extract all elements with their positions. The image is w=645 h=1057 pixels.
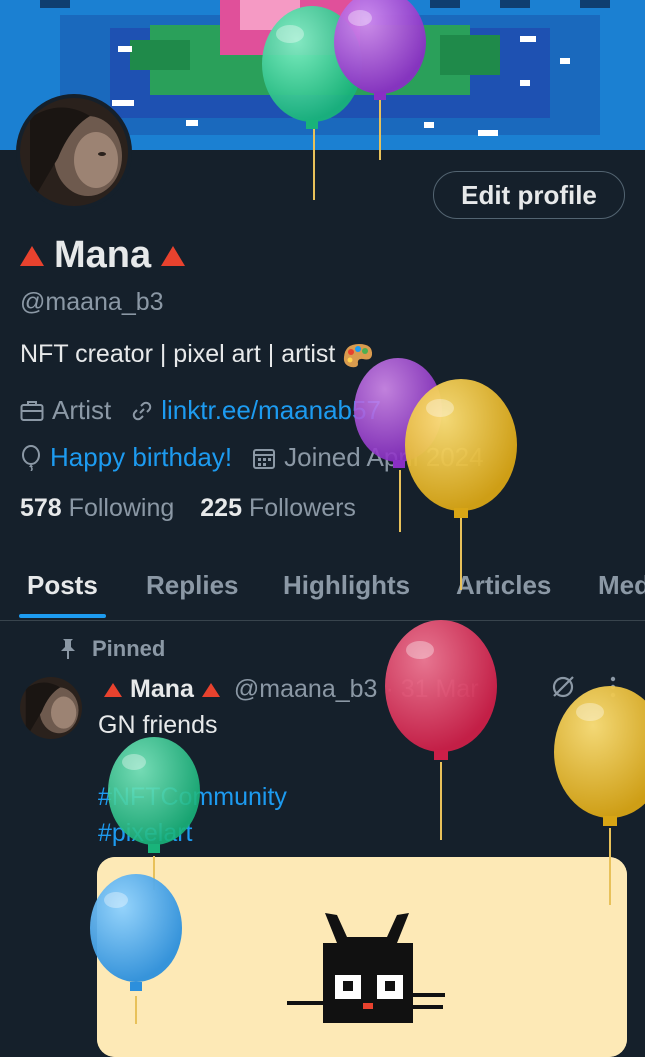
profile-meta-row-2: Happy birthday! Joined April 2024 <box>20 442 504 473</box>
pixel-cat-art <box>97 857 627 1057</box>
avatar-photo <box>20 98 128 206</box>
birthday-item[interactable]: Happy birthday! <box>20 442 232 473</box>
tab-highlights[interactable]: Highlights <box>283 570 410 601</box>
balloon-icon <box>20 444 42 471</box>
profession-label: Artist <box>52 395 112 425</box>
profile-tabs: Posts Replies Highlights Articles Media <box>0 560 645 621</box>
joined-date: Joined April 2024 <box>284 442 484 472</box>
edit-profile-button[interactable]: Edit profile <box>433 171 625 219</box>
profile-meta-row-1: Artist linktr.ee/maanab57 <box>20 395 401 426</box>
post-date[interactable]: · 31 Mar <box>385 675 478 704</box>
artist-palette-icon <box>341 341 375 369</box>
hashtag-pixelart[interactable]: #pixelart <box>98 815 287 851</box>
joined-item: Joined April 2024 <box>252 442 484 473</box>
post-author-name[interactable]: Mana <box>130 675 194 704</box>
pinned-label-row: Pinned <box>58 636 165 662</box>
post-media-image[interactable] <box>97 857 627 1057</box>
post-text: GN friends <box>98 711 218 739</box>
followers-stat[interactable]: 225 Followers <box>200 494 356 523</box>
profile-stats: 578 Following 225 Followers <box>20 494 356 523</box>
following-stat[interactable]: 578 Following <box>20 494 174 523</box>
profile-link[interactable]: linktr.ee/maanab57 <box>161 395 381 426</box>
following-count: 578 <box>20 494 62 522</box>
active-tab-indicator <box>19 614 106 618</box>
link-icon <box>131 400 153 422</box>
red-triangle-icon <box>161 245 186 266</box>
tab-articles[interactable]: Articles <box>456 570 551 601</box>
birthday-text[interactable]: Happy birthday! <box>50 442 232 473</box>
grok-icon[interactable] <box>550 674 576 707</box>
bio-text: NFT creator | pixel art | artist <box>20 340 336 368</box>
profile-handle: @maana_b3 <box>20 288 164 316</box>
briefcase-icon <box>20 400 44 422</box>
profile-name-row: Mana <box>20 234 186 277</box>
profile-link-item[interactable]: linktr.ee/maanab57 <box>131 395 381 426</box>
red-triangle-icon <box>201 682 220 697</box>
more-options-icon[interactable] <box>606 674 620 707</box>
tab-replies[interactable]: Replies <box>146 570 239 601</box>
pin-icon <box>58 637 78 661</box>
profession-item: Artist <box>20 395 111 426</box>
tab-posts[interactable]: Posts <box>27 570 98 601</box>
profile-name: Mana <box>54 234 152 276</box>
followers-count: 225 <box>200 494 242 522</box>
following-label: Following <box>68 494 175 522</box>
post-header: Mana @maana_b3 · 31 Mar <box>104 675 479 704</box>
profile-bio: NFT creator | pixel art | artist <box>20 340 375 369</box>
post-author-handle[interactable]: @maana_b3 <box>234 675 378 704</box>
pinned-text: Pinned <box>92 636 166 661</box>
followers-label: Followers <box>248 494 356 522</box>
hashtag-nftcommunity[interactable]: #NFTCommunity <box>98 779 287 815</box>
calendar-icon <box>252 446 276 470</box>
tab-media[interactable]: Media <box>598 570 645 601</box>
profile-avatar[interactable] <box>16 94 132 210</box>
red-triangle-icon <box>20 245 44 266</box>
post-body: GN friends #NFTCommunity #pixelart <box>98 707 287 851</box>
post-author-avatar[interactable] <box>20 677 82 739</box>
red-triangle-icon <box>104 682 122 697</box>
